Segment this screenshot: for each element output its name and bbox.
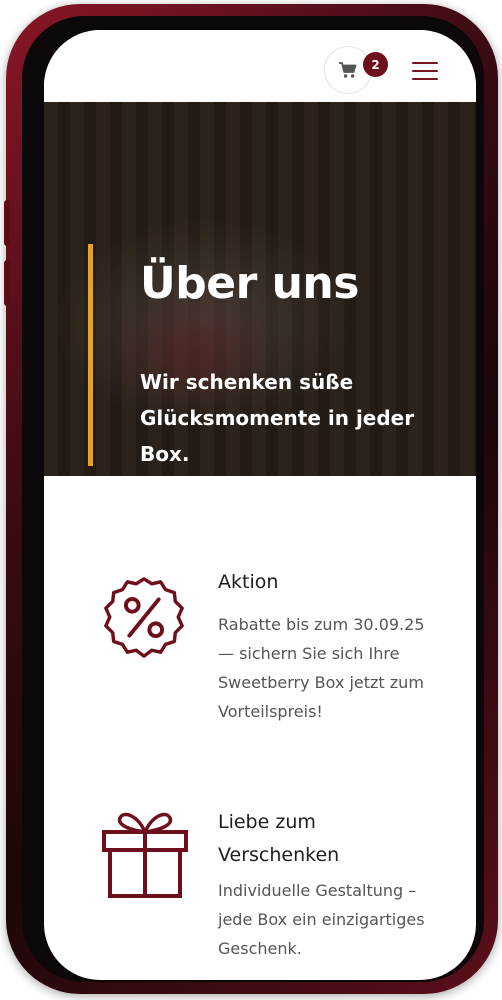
menu-line [412, 78, 438, 80]
hero-banner: Über uns Wir schenken süße Glücksmomente… [44, 102, 476, 476]
page-title: Über uns [140, 258, 359, 309]
discount-badge-icon [104, 577, 184, 658]
feature-description: Rabatte bis zum 30.09.25 — sichern Sie s… [218, 615, 425, 721]
menu-line [412, 62, 438, 64]
shopping-cart-icon [339, 62, 357, 78]
feature-title: Liebe zum Verschenken [218, 811, 340, 866]
phone-side-button [4, 260, 10, 306]
hero-accent-bar [88, 244, 93, 466]
feature-item: Aktion Rabatte bis zum 30.09.25 — sicher… [44, 476, 476, 776]
gift-box-icon [102, 812, 188, 898]
feature-item: Liebe zum Verschenken Individuelle Gesta… [44, 776, 476, 980]
hamburger-menu-icon[interactable] [412, 62, 438, 80]
phone-screen: 2 Über uns Wir schenken süße Glücksmomen… [44, 30, 476, 980]
phone-side-button [4, 200, 10, 246]
site-header: 2 [44, 30, 476, 102]
feature-description: Individuelle Gestaltung – jede Box ein e… [218, 881, 425, 958]
phone-frame: 2 Über uns Wir schenken süße Glücksmomen… [4, 4, 498, 994]
menu-line [412, 70, 438, 72]
hero-subtitle: Wir schenken süße Glücksmomente in jeder… [140, 370, 415, 466]
cart-count-badge: 2 [363, 52, 388, 77]
feature-title: Aktion [218, 571, 279, 593]
